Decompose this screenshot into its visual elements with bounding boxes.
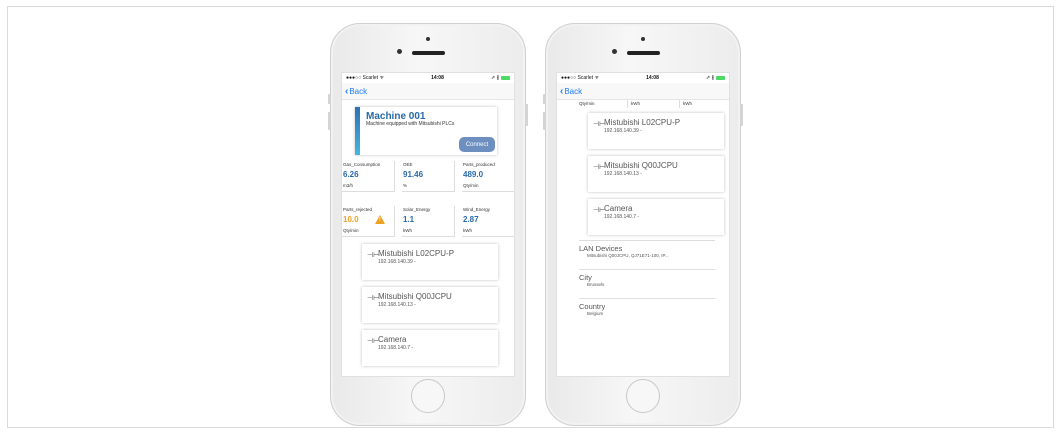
device-name: Mitsubishi Q00JCPU [378, 292, 452, 301]
metric-parts-rejected: Parts_rejected 10.0 ! Qty/min [342, 206, 395, 237]
battery-icon [716, 75, 725, 80]
camera-dot [426, 37, 430, 41]
metric-unit: m3/h [343, 183, 354, 188]
unit-label: Qty/min [579, 101, 595, 106]
machine-detail-scrolled: Qty/min kWh kWh ⊣⊢ Mistubishi L02CPU-P 1… [557, 100, 729, 376]
back-button[interactable]: ‹ Back [557, 83, 729, 100]
info-value: Mitsubishi Q00JCPU, QJ71E71-100, IP... [587, 253, 669, 258]
metric-value: 2.87 [463, 215, 479, 224]
metric-unit: % [403, 183, 408, 188]
machine-subtitle: Machine equipped with Mitsubishi PLCs [366, 121, 455, 127]
back-button[interactable]: ‹ Back [342, 83, 514, 100]
metric-value: 10.0 [343, 215, 359, 224]
speaker-grille [412, 51, 445, 55]
metric-parts-produced: Parts_produced 489.0 Qty/min [462, 161, 514, 192]
clock: 14:08 [646, 75, 659, 81]
metric-name: Wind_Energy [463, 207, 491, 212]
device-name: Mitsubishi Q00JCPU [604, 161, 678, 170]
metric-value: 489.0 [463, 170, 484, 179]
device-card[interactable]: ⊣⊢ Mistubishi L02CPU-P 192.168.140.39 - [362, 244, 498, 280]
metric-oee: OEE 91.46 % [402, 161, 455, 192]
device-name: Mistubishi L02CPU-P [378, 249, 455, 258]
metric-value: 6.26 [343, 170, 359, 179]
device-ip: 192.168.140.7 - [604, 214, 640, 220]
status-bar: ●●●○○ Scarlet ᯤ 14:08 ⇗ ∦ [557, 73, 729, 83]
screen: ●●●○○ Scarlet ᯤ 14:08 ⇗ ∦ ‹ Back Machine… [341, 72, 515, 377]
device-ip: 192.168.140.7 - [378, 345, 414, 351]
metric-units-row: Qty/min kWh kWh [557, 100, 729, 108]
metrics-row-2: Parts_rejected 10.0 ! Qty/min Solar_Ener… [342, 206, 514, 237]
device-ip: 192.168.140.13 - [378, 302, 416, 308]
battery-icon [501, 75, 510, 80]
device-card[interactable]: ⊣⊢ Mitsubishi Q00JCPU 192.168.140.13 - [588, 156, 724, 192]
status-right: ⇗ ∦ [706, 75, 725, 81]
metric-unit: Qty/min [343, 228, 359, 233]
device-name: Camera [378, 335, 407, 344]
device-name: Camera [604, 204, 633, 213]
metric-name: Parts_produced [463, 162, 495, 167]
metric-unit: Qty/min [463, 183, 479, 188]
info-label: City [579, 273, 592, 282]
front-camera [612, 49, 617, 54]
info-label: LAN Devices [579, 244, 623, 253]
card-accent-bar [355, 107, 360, 155]
metric-unit: kWh [403, 228, 412, 233]
screen: ●●●○○ Scarlet ᯤ 14:08 ⇗ ∦ ‹ Back Qty/min… [556, 72, 730, 377]
machine-card: Machine 001 Machine equipped with Mitsub… [355, 107, 497, 155]
chevron-left-icon: ‹ [345, 85, 349, 97]
metric-wind-energy: Wind_Energy 2.87 kWh [462, 206, 514, 237]
metric-name: Gas_Consumption [343, 162, 381, 167]
metric-solar-energy: Solar_Energy 1.1 kWh [402, 206, 455, 237]
device-card[interactable]: ⊣⊢ Camera 192.168.140.7 - [362, 330, 498, 366]
metric-value: 1.1 [403, 215, 415, 224]
metrics-row-1: Gas_Consumption 6.26 m3/h OEE 91.46 % Pa… [342, 161, 514, 192]
info-lan-devices: LAN Devices Mitsubishi Q00JCPU, QJ71E71-… [579, 240, 715, 269]
back-label: Back [564, 86, 583, 96]
clock: 14:08 [431, 75, 444, 81]
info-country: Country Belgium [579, 298, 715, 327]
front-camera [397, 49, 402, 54]
camera-dot [641, 37, 645, 41]
carrier-label: ●●●○○ Scarlet ᯤ [346, 75, 385, 81]
info-city: City Brussels [579, 269, 715, 298]
status-right: ⇗ ∦ [491, 75, 510, 81]
device-card[interactable]: ⊣⊢ Mitsubishi Q00JCPU 192.168.140.13 - [362, 287, 498, 323]
device-card[interactable]: ⊣⊢ Mistubishi L02CPU-P 192.168.140.39 - [588, 113, 724, 149]
metric-unit: kWh [463, 228, 472, 233]
phone-right: ●●●○○ Scarlet ᯤ 14:08 ⇗ ∦ ‹ Back Qty/min… [543, 23, 743, 426]
metric-name: Parts_rejected [343, 207, 373, 212]
device-card[interactable]: ⊣⊢ Camera 192.168.140.7 - [588, 199, 724, 235]
info-value: Belgium [587, 311, 604, 316]
metric-value: 91.46 [403, 170, 424, 179]
status-bar: ●●●○○ Scarlet ᯤ 14:08 ⇗ ∦ [342, 73, 514, 83]
device-ip: 192.168.140.39 - [378, 259, 416, 265]
device-ip: 192.168.140.39 - [604, 128, 642, 134]
speaker-grille [627, 51, 660, 55]
back-label: Back [349, 86, 368, 96]
info-value: Brussels [587, 282, 605, 287]
unit-label: kWh [683, 101, 692, 106]
device-ip: 192.168.140.13 - [604, 171, 642, 177]
home-button[interactable] [411, 379, 445, 413]
screenshot-frame [7, 6, 1054, 428]
warning-icon: ! [375, 215, 385, 224]
metric-name: Solar_Energy [403, 207, 431, 212]
machine-detail: Machine 001 Machine equipped with Mitsub… [342, 100, 514, 376]
unit-label: kWh [631, 101, 640, 106]
carrier-label: ●●●○○ Scarlet ᯤ [561, 75, 600, 81]
device-name: Mistubishi L02CPU-P [604, 118, 681, 127]
home-button[interactable] [626, 379, 660, 413]
metric-gas-consumption: Gas_Consumption 6.26 m3/h [342, 161, 395, 192]
connect-button[interactable]: Connect [459, 137, 495, 152]
chevron-left-icon: ‹ [560, 85, 564, 97]
metric-name: OEE [403, 162, 413, 167]
phone-left: ●●●○○ Scarlet ᯤ 14:08 ⇗ ∦ ‹ Back Machine… [328, 23, 528, 426]
info-label: Country [579, 302, 606, 311]
